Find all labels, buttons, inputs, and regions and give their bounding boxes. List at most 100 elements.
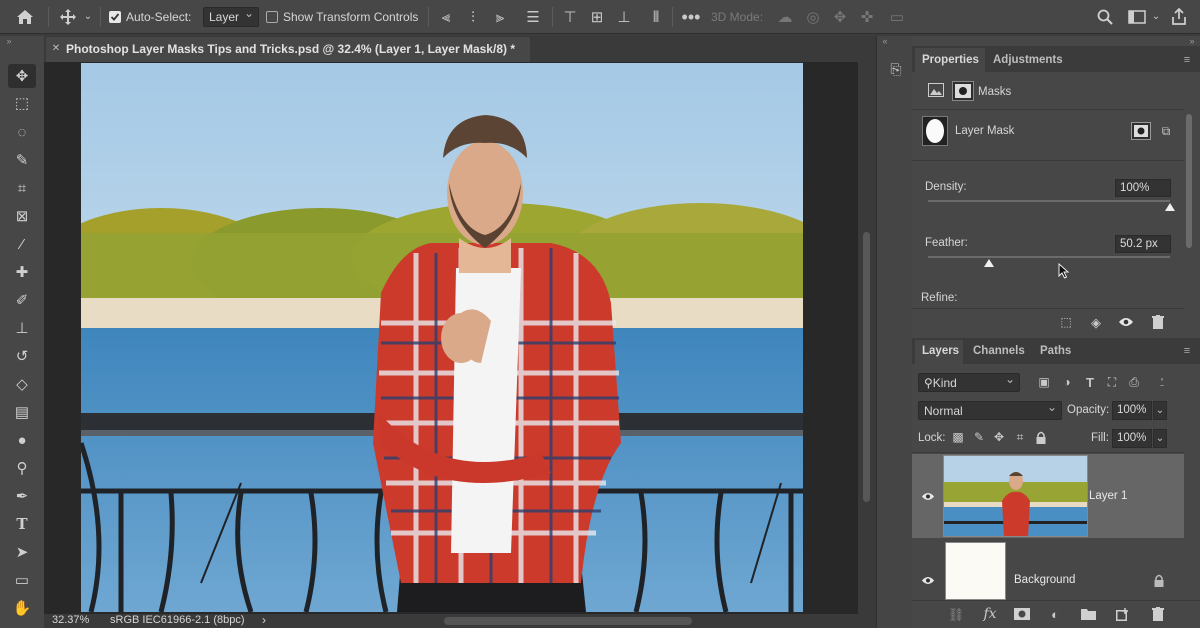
path-selection-tool-icon[interactable]: ➤	[8, 540, 36, 564]
zoom-level[interactable]: 32.37%	[52, 614, 89, 626]
move-tool-icon[interactable]	[58, 7, 78, 27]
lock-all-icon[interactable]	[1033, 429, 1049, 445]
clone-stamp-tool-icon[interactable]: ⊥	[8, 316, 36, 340]
history-panel-icon[interactable]: ⎘	[885, 58, 907, 80]
lasso-tool-icon[interactable]: ◌	[8, 120, 36, 144]
status-menu-arrow[interactable]: ›	[262, 613, 266, 627]
adjustment-layer-icon[interactable]: ◐	[1045, 604, 1065, 624]
filter-shape-icon[interactable]: ⛶	[1104, 374, 1120, 390]
feather-slider-thumb[interactable]	[983, 259, 994, 267]
panel-menu-icon[interactable]: ≡	[1180, 54, 1194, 66]
delete-layer-icon[interactable]	[1148, 604, 1168, 624]
panel-collapse-icon[interactable]: »	[2, 36, 16, 46]
fill-field[interactable]: 100%	[1112, 429, 1152, 448]
apply-mask-icon[interactable]: ◈	[1086, 312, 1106, 332]
3d-slide-icon[interactable]: ✜	[856, 7, 878, 27]
distribute-horizontal-icon[interactable]: ⦀	[646, 7, 666, 27]
select-vector-mask-icon[interactable]: ⧉	[1156, 122, 1176, 140]
layer-visibility-eye-icon[interactable]	[918, 486, 938, 506]
background-thumbnail[interactable]	[945, 542, 1006, 600]
density-field[interactable]: 100%	[1115, 179, 1171, 197]
dodge-tool-icon[interactable]: ⚲	[8, 456, 36, 480]
load-selection-icon[interactable]: ⬚	[1056, 312, 1076, 332]
type-tool-icon[interactable]: T	[8, 512, 36, 536]
document-tab[interactable]: ✕ Photoshop Layer Masks Tips and Tricks.…	[46, 37, 530, 62]
tab-channels-label[interactable]: Channels	[973, 345, 1025, 357]
align-vertical-center-icon[interactable]: ⊞	[587, 7, 607, 27]
canvas-vertical-scrollbar[interactable]	[858, 62, 876, 614]
align-bottom-icon[interactable]: ⊥	[614, 7, 634, 27]
search-icon[interactable]	[1094, 6, 1116, 28]
lock-image-icon[interactable]: ✎	[971, 429, 987, 445]
hand-tool-icon[interactable]: ✋	[8, 596, 36, 620]
marquee-tool-icon[interactable]: ⬚	[8, 91, 36, 115]
pixel-mask-icon[interactable]	[927, 82, 945, 98]
home-icon[interactable]	[12, 6, 38, 28]
distribute-vertical-icon[interactable]: ☰	[523, 7, 543, 27]
3d-roll-icon[interactable]: ◎	[802, 7, 824, 27]
density-slider-track[interactable]	[928, 200, 1170, 202]
auto-select-dropdown[interactable]: Layer	[203, 4, 259, 27]
share-icon[interactable]	[1168, 6, 1190, 28]
gradient-tool-icon[interactable]: ▤	[8, 400, 36, 424]
quick-selection-tool-icon[interactable]: ✎	[8, 148, 36, 172]
history-brush-tool-icon[interactable]: ↺	[8, 344, 36, 368]
delete-mask-icon[interactable]	[1148, 312, 1168, 332]
layer-1-name[interactable]: Layer 1	[1089, 490, 1127, 502]
background-layer-name[interactable]: Background	[1014, 574, 1075, 586]
rectangle-tool-icon[interactable]: ▭	[8, 568, 36, 592]
3d-camera-icon[interactable]: ▭	[885, 7, 909, 27]
panel-collapse-icon[interactable]: »	[1186, 36, 1198, 46]
select-pixel-mask-icon[interactable]	[1131, 122, 1151, 140]
layer-1-thumbnail[interactable]	[943, 455, 1088, 537]
filter-kind-dropdown[interactable]: ⚲Kind	[918, 370, 1020, 392]
layer-row-layer-1[interactable]: Layer 1	[912, 454, 1184, 538]
canvas-horizontal-scrollbar[interactable]	[444, 617, 692, 625]
align-left-icon[interactable]: ⫷	[436, 7, 456, 27]
filter-adjustment-icon[interactable]: ◑	[1059, 374, 1075, 390]
pen-tool-icon[interactable]: ✒	[8, 484, 36, 508]
3d-drag-icon[interactable]: ✥	[829, 7, 851, 27]
feather-slider-track[interactable]	[928, 256, 1170, 258]
canvas-photo[interactable]	[81, 63, 803, 612]
layers-panel-menu-icon[interactable]: ≡	[1180, 345, 1194, 357]
workspace-chevron-icon[interactable]: ⌄	[1150, 8, 1162, 26]
opacity-field[interactable]: 100%	[1112, 401, 1152, 420]
crop-tool-icon[interactable]: ⌗	[8, 176, 36, 200]
eraser-tool-icon[interactable]: ◇	[8, 372, 36, 396]
vector-mask-icon[interactable]	[952, 81, 974, 101]
align-right-icon[interactable]: ⫸	[490, 7, 510, 27]
frame-tool-icon[interactable]: ⊠	[8, 204, 36, 228]
density-slider-thumb[interactable]	[1165, 203, 1175, 211]
filter-pixel-icon[interactable]: ▣	[1036, 374, 1052, 390]
layer-visibility-eye-icon[interactable]	[918, 570, 938, 590]
more-options-icon[interactable]: •••	[680, 7, 702, 27]
close-tab-icon[interactable]: ✕	[50, 43, 62, 55]
workspace-icon[interactable]	[1126, 6, 1148, 28]
3d-orbit-icon[interactable]: ☁	[774, 7, 796, 27]
blur-tool-icon[interactable]: ●	[8, 428, 36, 452]
new-group-icon[interactable]	[1078, 604, 1098, 624]
eyedropper-tool-icon[interactable]: ⁄	[8, 232, 36, 256]
fill-chevron-icon[interactable]: ⌄	[1153, 429, 1167, 448]
tab-adjustments-label[interactable]: Adjustments	[993, 54, 1063, 66]
lock-transparent-icon[interactable]: ▩	[950, 429, 966, 445]
blend-mode-dropdown[interactable]: Normal	[918, 398, 1062, 420]
properties-scrollbar[interactable]	[1186, 114, 1192, 248]
layer-style-fx-icon[interactable]: fx	[980, 604, 1000, 624]
chevron-down-icon[interactable]: ⌄	[82, 8, 94, 26]
layer-mask-thumbnail[interactable]	[922, 116, 948, 146]
lock-artboard-icon[interactable]: ⌗	[1012, 429, 1028, 445]
show-transform-checkbox[interactable]	[266, 11, 278, 23]
healing-brush-tool-icon[interactable]: ✚	[8, 260, 36, 284]
tab-paths-label[interactable]: Paths	[1040, 345, 1071, 357]
align-horizontal-center-icon[interactable]: ⫶	[463, 7, 483, 27]
filter-type-icon[interactable]: T	[1082, 374, 1098, 390]
filter-smart-object-icon[interactable]: ⎙	[1126, 374, 1142, 390]
align-top-icon[interactable]: ⊤	[560, 7, 580, 27]
add-mask-icon[interactable]	[1012, 604, 1032, 624]
disable-mask-eye-icon[interactable]	[1116, 312, 1136, 332]
filter-toggle-icon[interactable]: ⍘	[1155, 372, 1169, 392]
panel-collapse-icon[interactable]: «	[879, 36, 891, 46]
lock-position-icon[interactable]: ✥	[991, 429, 1007, 445]
